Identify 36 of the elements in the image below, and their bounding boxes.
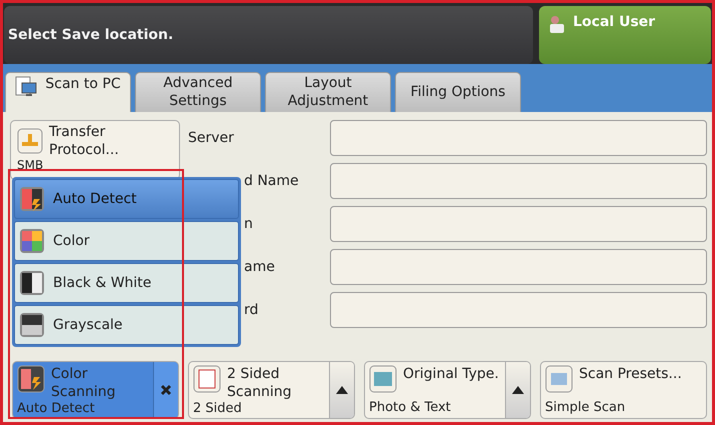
transfer-protocol-button[interactable]: Transfer Protocol... SMB [10,120,180,180]
input-field[interactable] [330,248,707,285]
field-label: ame [243,258,276,275]
menu-item[interactable]: Grayscale [14,304,239,345]
field-label: Server [187,130,235,146]
menu-item[interactable]: Color [14,220,239,261]
presets-icon [545,365,573,394]
color-wheel-icon [19,228,45,254]
field-label: d Name [243,172,300,189]
field-label: rd [243,302,260,318]
feature-button[interactable]: Scan Presets... Simple Scan [540,361,707,420]
tab[interactable]: Scan to PC [5,72,131,112]
tab[interactable]: Layout Adjustment [265,72,391,112]
feature-button[interactable]: 2 Sided Scanning 2 Sided [188,361,355,420]
menu-item[interactable]: Black & White [14,262,239,303]
input-field[interactable] [330,120,707,156]
computer-icon [15,74,40,99]
auto-color-icon [19,186,45,212]
status-message: Select Save location. [8,26,174,43]
grayscale-icon [19,312,45,338]
half-split-icon [19,270,45,296]
feature-button[interactable]: Color Scanning Auto Detect [12,361,179,420]
input-field[interactable] [330,162,707,199]
tab[interactable]: Advanced Settings [135,72,261,112]
field-label: n [243,216,254,232]
transfer-icon [17,128,43,154]
input-field[interactable] [330,292,707,328]
user-icon [547,14,567,34]
color-scan-icon [17,365,45,394]
input-field[interactable] [330,206,707,242]
picture-icon [369,365,397,394]
duplex-page-icon [193,365,221,394]
feature-button[interactable]: Original Type. Photo & Text [364,361,531,420]
menu-item[interactable]: Auto Detect [14,178,239,219]
close-icon[interactable] [153,362,178,418]
tab[interactable]: Filing Options [395,72,521,112]
